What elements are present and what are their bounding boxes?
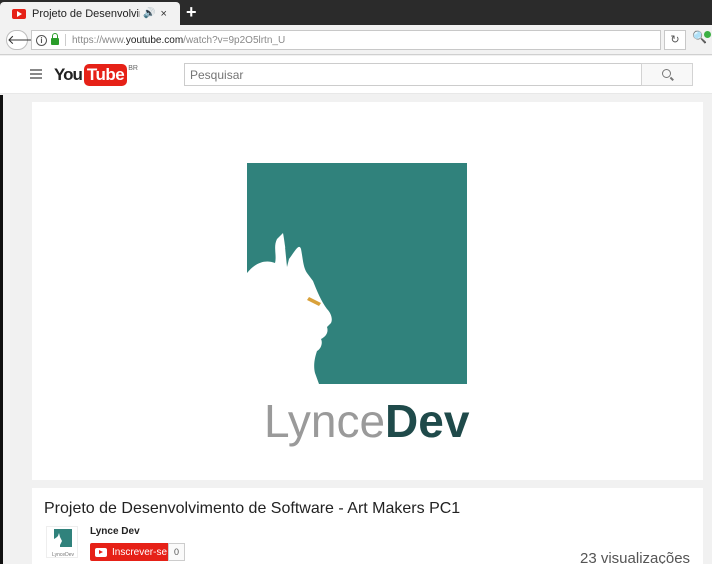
url-text[interactable]: https://www.youtube.com/watch?v=9p2O5lrt…	[72, 35, 285, 46]
logo-you: You	[54, 65, 83, 84]
youtube-play-icon	[95, 547, 107, 557]
channel-name[interactable]: Lynce Dev	[90, 526, 140, 537]
video-player[interactable]: LynceDev	[32, 102, 703, 480]
back-button[interactable]: 🡐	[6, 30, 42, 50]
lock-icon[interactable]	[51, 33, 59, 45]
extension-icon[interactable]: 🔍	[692, 30, 712, 50]
reload-icon[interactable]: ↻	[664, 30, 686, 50]
window-edge	[0, 95, 3, 564]
youtube-favicon-icon	[12, 8, 26, 19]
search-button[interactable]	[641, 63, 693, 86]
extension-badge	[704, 31, 711, 38]
search-input[interactable]	[184, 63, 642, 86]
youtube-header: You Tube BR	[0, 56, 712, 94]
avatar-logo-icon: LynceDev	[52, 529, 75, 558]
menu-icon[interactable]	[30, 69, 42, 81]
speaker-icon[interactable]: 🔊	[143, 8, 155, 19]
video-info: Projeto de Desenvolvimento de Software -…	[32, 488, 703, 564]
logo-tube: Tube	[83, 64, 128, 86]
new-tab-button[interactable]: +	[186, 2, 197, 22]
lynx-head-icon	[247, 233, 332, 384]
brand-light: Lynce	[264, 395, 386, 447]
browser-tab-strip: Projeto de Desenvolvim 🔊 × +	[0, 0, 712, 25]
logo-region: BR	[128, 65, 138, 72]
url-domain: youtube.com	[125, 34, 184, 46]
channel-avatar[interactable]: LynceDev	[46, 526, 78, 558]
lynx-logo	[247, 163, 467, 384]
subscribe-label: Inscrever-se	[112, 546, 168, 558]
subscribe-button[interactable]: Inscrever-se	[90, 543, 173, 561]
url-prefix: https://www.	[72, 34, 126, 46]
url-path: /watch?v=9p2O5lrtn_U	[183, 34, 286, 46]
search-icon	[662, 69, 671, 78]
video-title: Projeto de Desenvolvimento de Software -…	[44, 500, 461, 517]
tab-title: Projeto de Desenvolvim	[32, 7, 140, 20]
youtube-logo[interactable]: You Tube BR	[54, 64, 138, 86]
url-divider	[65, 34, 66, 46]
brand-wordmark: LynceDev	[264, 394, 469, 448]
info-icon[interactable]: i	[36, 34, 47, 46]
url-bar[interactable]: i https://www.youtube.com/watch?v=9p2O5l…	[31, 30, 661, 50]
browser-tab[interactable]: Projeto de Desenvolvim 🔊 ×	[0, 2, 180, 25]
view-count: 23 visualizações	[580, 550, 691, 564]
subscriber-count: 0	[168, 543, 186, 561]
tab-close-icon[interactable]: ×	[160, 8, 166, 20]
navigation-bar: 🡐 i https://www.youtube.com/watch?v=9p2O…	[0, 25, 712, 55]
avatar-caption: LynceDev	[52, 552, 75, 558]
brand-bold: Dev	[385, 395, 470, 447]
